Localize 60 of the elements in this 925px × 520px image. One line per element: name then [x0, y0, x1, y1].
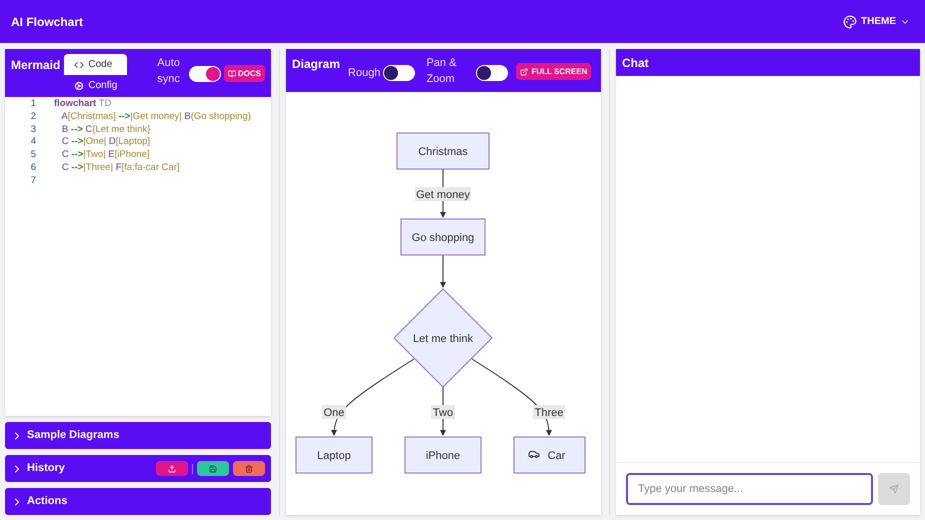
line-number: 3 [30, 124, 37, 136]
section-title: Sample Diagrams [27, 428, 120, 444]
car-icon [528, 451, 540, 458]
line-number: 2 [30, 110, 37, 124]
editor-title: Mermaid [11, 57, 60, 74]
flowchart-node: Go shopping [400, 218, 486, 256]
line-number: 4 [30, 136, 37, 150]
save-button[interactable] [197, 461, 229, 476]
accordion-header[interactable]: Sample Diagrams [5, 422, 271, 449]
code-editor[interactable]: 1 flowchart TD 2 A[Christmas] -->|Get money| B(Go shopping) 3 B --> C{Let me think} 4 C -->|One| D[Laptop] 5 C -->|Two| E[iPhone] 6 C -->|Three| F[fa:fa-car Car] 7 [5, 97, 271, 416]
code-line: B --> C{Let me think} [60, 124, 150, 136]
book-icon [228, 70, 236, 78]
accordion-header[interactable]: Actions [5, 488, 271, 515]
flowchart-node: Car [514, 436, 586, 474]
code-line: flowchart TD [53, 98, 112, 111]
palette-icon [843, 14, 857, 28]
line-number: 7 [30, 174, 37, 188]
flowchart-node: iPhone [404, 436, 482, 474]
edge-label: One [322, 405, 346, 419]
trash-icon [245, 464, 253, 472]
toggle-switch[interactable] [383, 65, 416, 81]
decision-node: Let me think [393, 288, 493, 388]
message-input[interactable]: Type your message... [626, 473, 873, 505]
app-title: AI Flowchart [11, 14, 84, 30]
code-line: C -->|One| D[Laptop] [60, 136, 150, 150]
flow-arrow [440, 254, 446, 288]
line-number: 1 [30, 98, 37, 111]
section-title: History [27, 461, 65, 476]
gears-icon [74, 80, 84, 90]
editor-tab[interactable]: Config [64, 75, 128, 96]
code-line: C -->|Three| F[fa:fa-car Car] [60, 162, 180, 175]
code-icon [74, 60, 84, 70]
external-link-icon [520, 68, 528, 76]
editor-tab[interactable]: Code [64, 54, 128, 75]
delete-button[interactable] [233, 461, 265, 476]
chat-title: Chat [622, 54, 649, 72]
edge-label: Two [431, 405, 455, 419]
line-number: 5 [30, 149, 37, 162]
send-icon [889, 484, 899, 494]
line-number: 6 [30, 162, 37, 175]
section-title: Actions [27, 494, 68, 510]
rough-label: Rough [348, 66, 380, 81]
upload-icon [168, 464, 176, 472]
docs-button[interactable]: DOCS [224, 65, 265, 82]
theme-button[interactable]: THEME [843, 14, 914, 29]
edge-label: Three [533, 405, 565, 419]
toggle-switch[interactable] [188, 66, 221, 82]
pan-zoom-label: Pan & Zoom [426, 56, 458, 87]
full-screen-button[interactable]: FULL SCREEN [516, 63, 592, 80]
toggle-switch[interactable] [476, 65, 508, 81]
upload-button[interactable] [156, 461, 188, 476]
code-line: C -->|Two| E[iPhone] [60, 149, 150, 162]
diagram-title: Diagram [292, 56, 340, 73]
auto-sync-label: Auto sync [157, 56, 181, 87]
flowchart-node: Christmas [396, 132, 490, 170]
edge-label: Get money [415, 187, 471, 201]
code-line: A[Christmas] -->|Get money| B(Go shopping) [60, 110, 251, 124]
accordion-header[interactable]: History [5, 455, 271, 482]
save-icon [209, 464, 217, 472]
flowchart-node: Laptop [296, 436, 372, 474]
